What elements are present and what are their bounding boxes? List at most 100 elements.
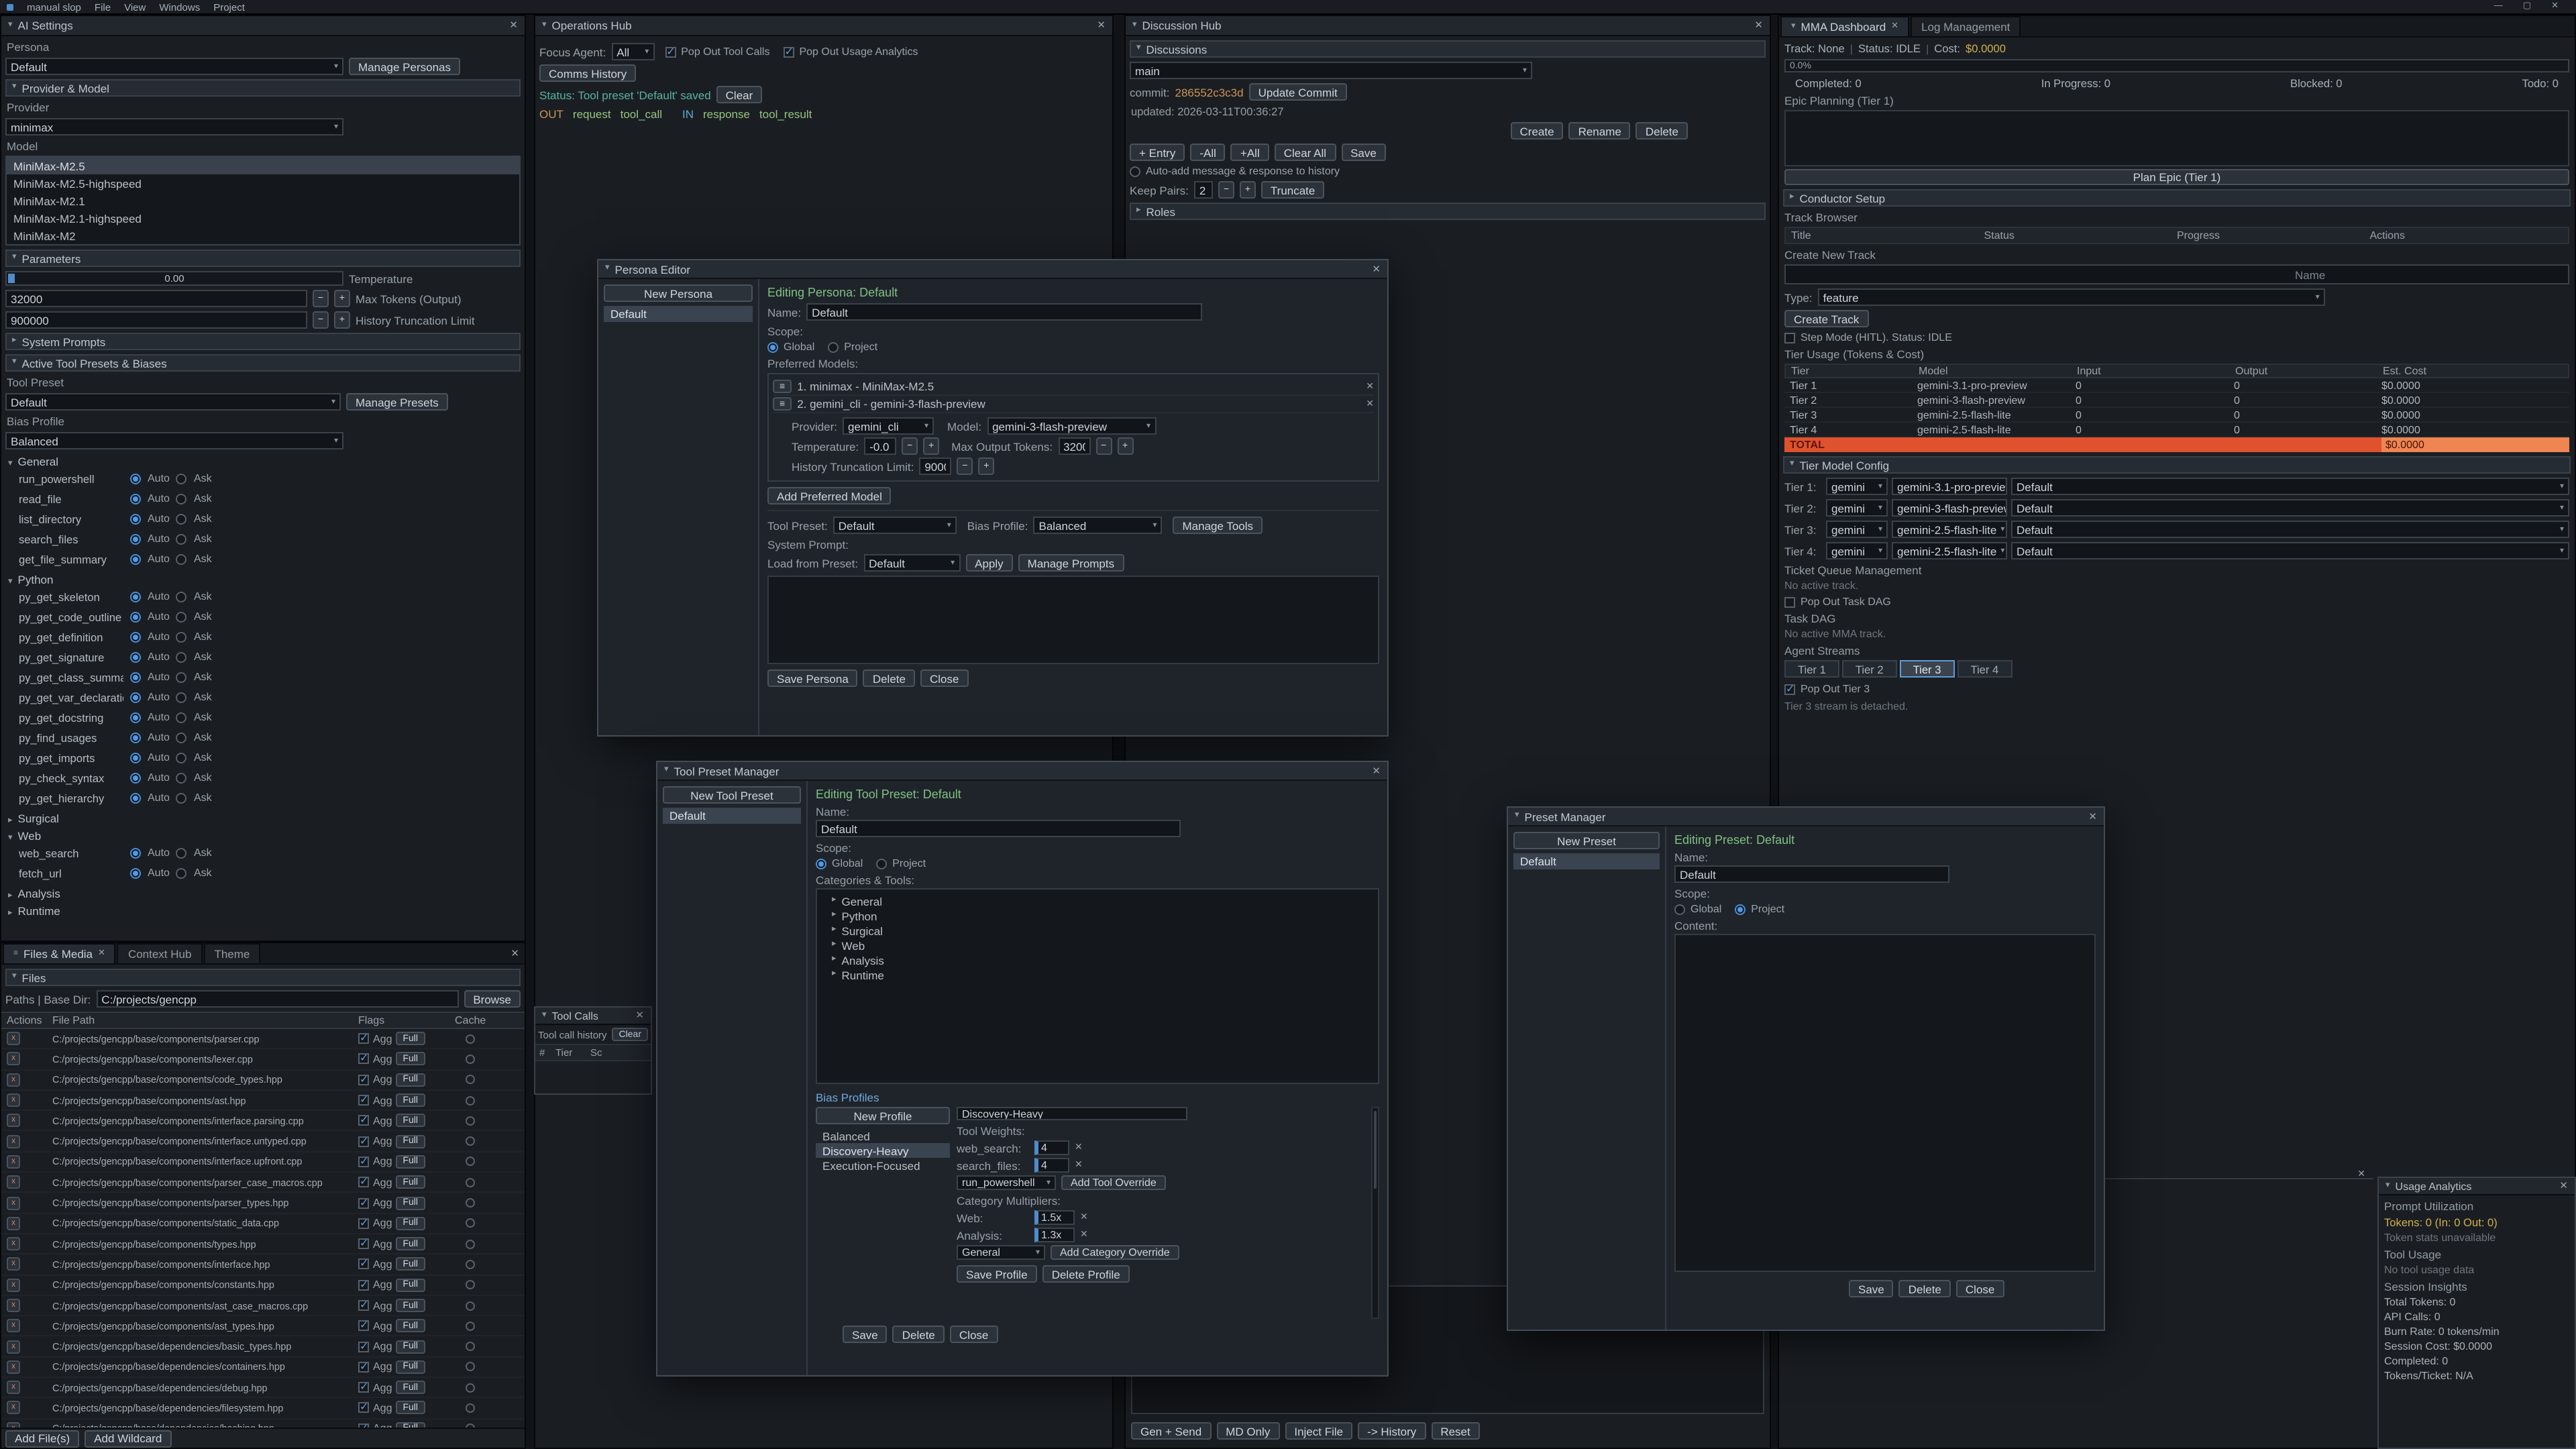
remove-file-button[interactable]: x bbox=[7, 1237, 20, 1250]
focus-agent-select[interactable]: All bbox=[611, 43, 654, 60]
ask-radio[interactable] bbox=[176, 533, 187, 544]
cache-indicator[interactable] bbox=[466, 1383, 475, 1392]
weight-input[interactable]: 4 bbox=[1034, 1140, 1069, 1155]
decrement-button[interactable] bbox=[957, 458, 973, 475]
category-override-select[interactable]: General bbox=[957, 1245, 1045, 1260]
manage-personas-button[interactable]: Manage Personas bbox=[349, 58, 460, 75]
tier-provider-select[interactable]: gemini bbox=[1826, 521, 1888, 538]
operations-hub-header[interactable]: Operations Hub bbox=[535, 16, 1112, 36]
full-button[interactable]: Full bbox=[396, 1340, 425, 1353]
remove-file-button[interactable]: x bbox=[7, 1258, 20, 1271]
persona-editor-header[interactable]: Persona Editor bbox=[598, 260, 1387, 279]
auto-radio[interactable] bbox=[130, 792, 141, 803]
auto-radio[interactable] bbox=[130, 591, 141, 602]
max-tokens-input[interactable] bbox=[5, 290, 307, 307]
clear-tool-calls-button[interactable]: Clear bbox=[612, 1028, 648, 1041]
agg-checkbox[interactable] bbox=[358, 1157, 369, 1167]
keep-pairs-input[interactable] bbox=[1194, 181, 1213, 199]
remove-file-button[interactable]: x bbox=[7, 1340, 20, 1353]
base-dir-input[interactable] bbox=[96, 990, 458, 1008]
ask-radio[interactable] bbox=[176, 867, 187, 878]
full-button[interactable]: Full bbox=[396, 1299, 425, 1312]
tab-mma-dashboard[interactable]: MMA Dashboard bbox=[1780, 16, 1909, 36]
new-preset-button[interactable]: New Preset bbox=[1513, 832, 1660, 849]
ask-radio[interactable] bbox=[176, 631, 187, 642]
close-icon[interactable] bbox=[2088, 812, 2097, 822]
full-button[interactable]: Full bbox=[396, 1381, 425, 1394]
agg-checkbox[interactable] bbox=[358, 1279, 369, 1290]
add-preferred-model-button[interactable]: Add Preferred Model bbox=[767, 487, 892, 504]
auto-radio[interactable] bbox=[130, 847, 141, 858]
cache-indicator[interactable] bbox=[466, 1157, 475, 1167]
stream-tab[interactable]: Tier 1 bbox=[1784, 660, 1839, 678]
entry-button[interactable]: -All bbox=[1190, 144, 1226, 161]
full-button[interactable]: Full bbox=[396, 1175, 425, 1189]
epic-planning-input[interactable] bbox=[1784, 110, 2569, 166]
roles-section[interactable]: Roles bbox=[1130, 203, 1766, 220]
agg-checkbox[interactable] bbox=[358, 1177, 369, 1187]
scope-project-radio[interactable] bbox=[876, 858, 887, 869]
cache-indicator[interactable] bbox=[466, 1362, 475, 1372]
scope-project-radio[interactable] bbox=[828, 341, 839, 352]
auto-radio[interactable] bbox=[130, 752, 141, 763]
drag-handle-icon[interactable] bbox=[773, 380, 792, 393]
agg-checkbox[interactable] bbox=[358, 1259, 369, 1270]
entry-button[interactable]: + Entry bbox=[1130, 144, 1185, 161]
tool-section-header[interactable]: Analysis bbox=[1, 885, 525, 900]
full-button[interactable]: Full bbox=[396, 1320, 425, 1333]
ask-radio[interactable] bbox=[176, 611, 187, 622]
add-category-override-button[interactable]: Add Category Override bbox=[1051, 1245, 1179, 1260]
auto-radio[interactable] bbox=[130, 533, 141, 544]
menu-item[interactable]: View bbox=[124, 1, 146, 13]
full-button[interactable]: Full bbox=[396, 1196, 425, 1210]
system-prompt-textarea[interactable] bbox=[767, 576, 1379, 664]
ai-settings-header[interactable]: AI Settings bbox=[1, 16, 525, 36]
model-select[interactable]: gemini-3-flash-preview bbox=[987, 417, 1156, 435]
max-output-input[interactable] bbox=[1058, 437, 1090, 455]
remove-multiplier-icon[interactable] bbox=[1080, 1230, 1088, 1240]
model-option[interactable]: MiniMax-M2 bbox=[7, 227, 519, 244]
tier-model-select[interactable]: gemini-3-flash-preview bbox=[1892, 499, 2007, 517]
update-commit-button[interactable]: Update Commit bbox=[1249, 83, 1347, 101]
scope-project-radio[interactable] bbox=[1735, 904, 1746, 914]
cache-indicator[interactable] bbox=[466, 1198, 475, 1208]
auto-radio[interactable] bbox=[130, 732, 141, 743]
create-track-button[interactable]: Create Track bbox=[1784, 310, 1868, 327]
add-files-button[interactable]: Add File(s) bbox=[5, 1430, 79, 1447]
model-option[interactable]: MiniMax-M2.5 bbox=[7, 157, 519, 174]
stream-tab[interactable]: Tier 3 bbox=[1900, 660, 1955, 678]
tier-model-config-section[interactable]: Tier Model Config bbox=[1783, 456, 2571, 474]
agg-checkbox[interactable] bbox=[358, 1382, 369, 1393]
step-mode-checkbox[interactable] bbox=[1784, 332, 1795, 343]
cache-indicator[interactable] bbox=[466, 1219, 475, 1228]
active-presets-section[interactable]: Active Tool Presets & Biases bbox=[5, 354, 521, 372]
composer-button[interactable]: Gen + Send bbox=[1131, 1422, 1211, 1440]
agg-checkbox[interactable] bbox=[358, 1238, 369, 1249]
scope-global-radio[interactable] bbox=[816, 858, 826, 869]
track-name-input[interactable] bbox=[1784, 264, 2569, 284]
stream-tab[interactable]: Tier 2 bbox=[1842, 660, 1897, 678]
cache-indicator[interactable] bbox=[466, 1095, 475, 1105]
cache-indicator[interactable] bbox=[466, 1403, 475, 1413]
scrollbar-thumb[interactable] bbox=[1374, 1111, 1377, 1189]
category-tree-item[interactable]: Surgical bbox=[821, 923, 1374, 938]
stream-tab[interactable]: Tier 4 bbox=[1957, 660, 2012, 678]
cache-indicator[interactable] bbox=[466, 1322, 475, 1331]
category-tree-item[interactable]: General bbox=[821, 894, 1374, 908]
full-button[interactable]: Full bbox=[396, 1258, 425, 1271]
full-button[interactable]: Full bbox=[396, 1073, 425, 1086]
profile-list-item[interactable]: Execution-Focused bbox=[816, 1158, 950, 1173]
close-bottom-panel-icon[interactable] bbox=[2357, 1170, 2365, 1179]
decrement-button[interactable] bbox=[313, 290, 329, 307]
decrement-button[interactable] bbox=[313, 311, 329, 329]
tier-model-select[interactable]: gemini-2.5-flash-lite bbox=[1892, 542, 2007, 559]
tier-preset-select[interactable]: Default bbox=[2011, 499, 2569, 517]
manage-tools-button[interactable]: Manage Tools bbox=[1173, 517, 1263, 534]
conductor-setup-section[interactable]: Conductor Setup bbox=[1783, 189, 2571, 207]
provider-model-section[interactable]: Provider & Model bbox=[5, 79, 521, 97]
load-preset-select[interactable]: Default bbox=[863, 554, 960, 572]
increment-button[interactable] bbox=[1117, 437, 1133, 455]
save-profile-button[interactable]: Save Profile bbox=[957, 1265, 1037, 1283]
bias-profile-select[interactable]: Balanced bbox=[5, 432, 343, 449]
full-button[interactable]: Full bbox=[396, 1032, 425, 1045]
